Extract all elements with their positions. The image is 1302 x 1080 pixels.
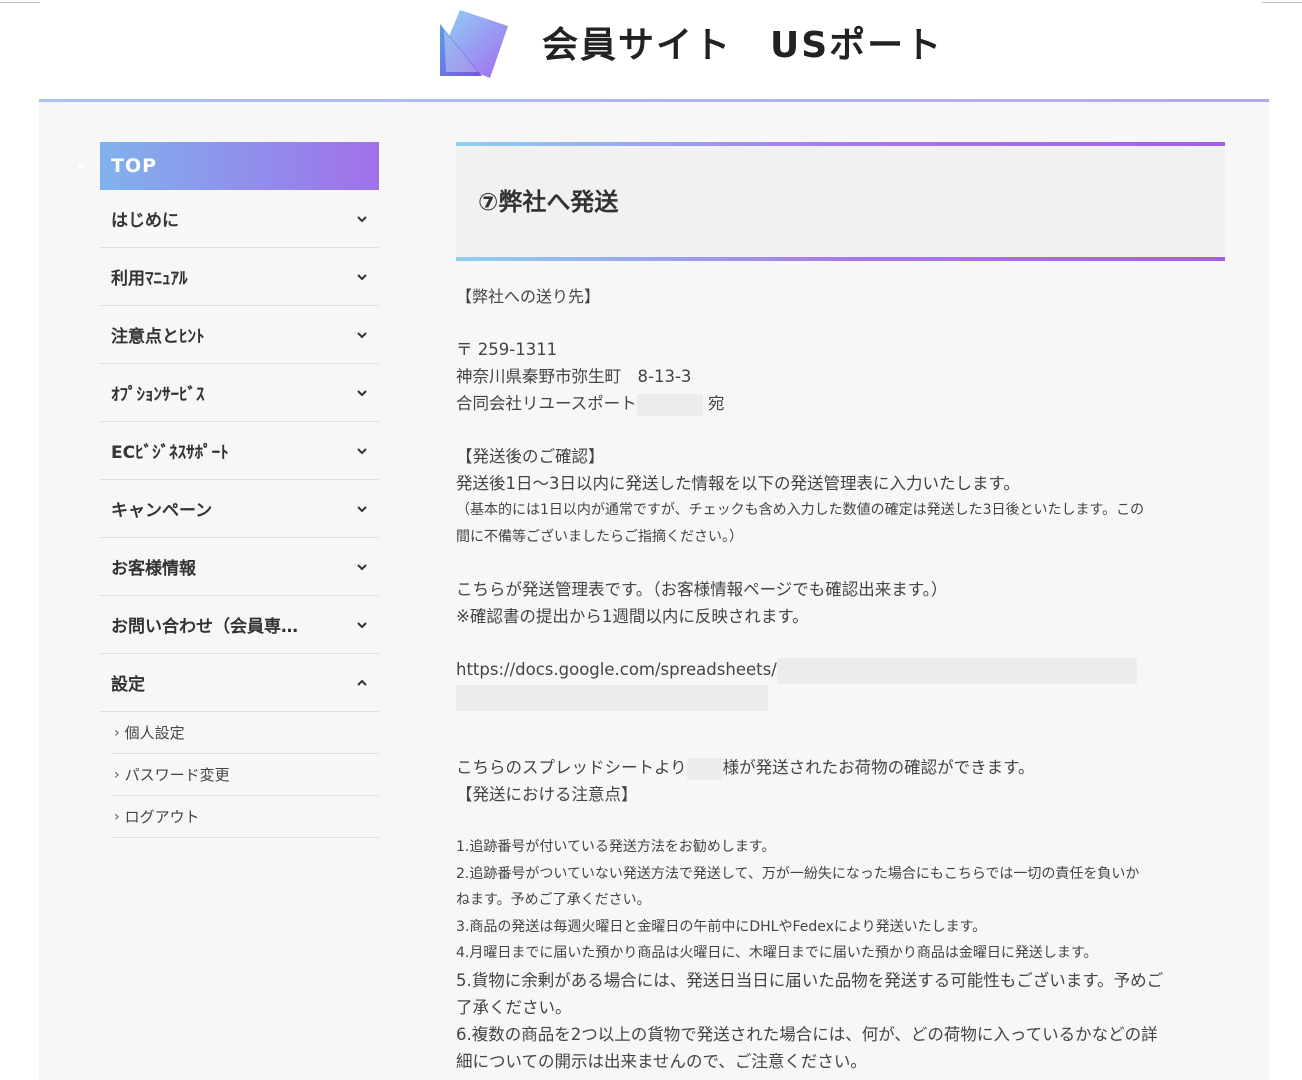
sidebar-item-label: お問い合わせ（会員専… bbox=[111, 617, 298, 637]
note-item: 細についての開示は出来ませんので、ご注意ください。 bbox=[456, 1051, 867, 1071]
sidebar-item-label: お客様情報 bbox=[111, 559, 196, 579]
sidebar-item-label: ｵﾌﾟｼｮﾝｻｰﾋﾞｽ bbox=[111, 385, 205, 405]
note-item: 3.商品の発送は毎週火曜日と金曜日の午前中にDHLやFedexにより発送いたしま… bbox=[456, 918, 987, 935]
sidebar-item-contact[interactable]: お問い合わせ（会員専… bbox=[100, 596, 379, 654]
settings-submenu: › 個人設定 › パスワード変更 › ログアウト bbox=[112, 712, 379, 838]
confirm-note-1: （基本的には1日以内が通常ですが、チェックも含め入力した数値の確定は発送した3日… bbox=[456, 502, 1145, 518]
main-content: ⑦弊社へ発送 【弊社への送り先】 〒 259-1311 神奈川県秦野市弥生町 8… bbox=[456, 142, 1225, 1075]
redacted-block bbox=[456, 685, 768, 711]
article-body: 【弊社への送り先】 〒 259-1311 神奈川県秦野市弥生町 8-13-3 合… bbox=[456, 283, 1225, 1075]
note-item: 6.複数の商品を2つ以上の貨物で発送された場合には、何が、どの荷物に入っているか… bbox=[456, 1024, 1158, 1044]
site-header: 会員サイト USポート bbox=[0, 0, 1302, 102]
notes-list: 1.追跡番号が付いている発送方法をお勧めします。 2.追跡番号がついていない発送… bbox=[456, 834, 1225, 1075]
chevron-down-icon bbox=[357, 273, 367, 280]
sidebar-item-label: 注意点とﾋﾝﾄ bbox=[111, 327, 205, 347]
sidebar-item-tips[interactable]: 注意点とﾋﾝﾄ bbox=[100, 306, 379, 364]
note-item: 4.月曜日までに届いた預かり商品は火曜日に、木曜日までに届いた預かり商品は金曜日… bbox=[456, 945, 1098, 961]
note-item: 1.追跡番号が付いている発送方法をお勧めします。 bbox=[456, 839, 776, 855]
chevron-right-icon: › bbox=[114, 808, 120, 825]
redacted-block bbox=[776, 657, 1137, 684]
submenu-item-label: ログアウト bbox=[124, 808, 200, 826]
sidebar-item-customer-info[interactable]: お客様情報 bbox=[100, 538, 379, 596]
chevron-down-icon bbox=[357, 389, 367, 396]
sidebar-item-settings[interactable]: 設定 bbox=[100, 654, 379, 712]
sidebar-top-button[interactable]: TOP bbox=[78, 142, 379, 190]
chevron-right-icon: › bbox=[114, 766, 120, 783]
spreadsheet-link[interactable]: https://docs.google.com/spreadsheets/ bbox=[456, 656, 1225, 684]
sheet-note: ※確認書の提出から1週間以内に反映されます。 bbox=[456, 607, 809, 626]
company-line: 合同会社リユースポート 宛 bbox=[456, 390, 1225, 417]
confirm-text: 発送後1日～3日以内に発送した情報を以下の発送管理表に入力いたします。 bbox=[456, 474, 1020, 493]
sidebar-item-hajimeni[interactable]: はじめに bbox=[100, 190, 379, 248]
confirm-heading: 【発送後のご確認】 bbox=[456, 447, 605, 466]
chevron-down-icon bbox=[357, 447, 367, 454]
sidebar-item-label: はじめに bbox=[111, 211, 179, 231]
chevron-down-icon bbox=[357, 563, 367, 570]
note-item: 2.追跡番号がついていない発送方法で発送して、万が一紛失になった場合にもこちらで… bbox=[456, 865, 1140, 882]
chevron-down-icon bbox=[357, 215, 367, 222]
spreadsheet-text: こちらのスプレッドシートより 様が発送されたお荷物の確認ができます。 bbox=[456, 754, 1225, 781]
company-name: 合同会社リユースポート bbox=[456, 394, 637, 413]
submenu-item-label: パスワード変更 bbox=[124, 766, 230, 784]
address: 神奈川県秦野市弥生町 8-13-3 bbox=[456, 367, 692, 386]
chevron-down-icon bbox=[357, 331, 367, 338]
site-title: 会員サイト USポート bbox=[542, 25, 944, 66]
sidebar: TOP はじめに 利用ﾏﾆｭｱﾙ 注意点とﾋﾝﾄ ｵﾌﾟｼｮﾝｻｰﾋﾞｽ ECﾋ… bbox=[78, 142, 379, 838]
submenu-item-personal-settings[interactable]: › 個人設定 bbox=[112, 712, 379, 754]
confirm-note-2: 間に不備等ございましたらご指摘ください。） bbox=[456, 528, 743, 545]
sidebar-item-ec-business[interactable]: ECﾋﾞｼﾞﾈｽｻﾎﾟｰﾄ bbox=[100, 422, 379, 480]
redacted-block bbox=[636, 393, 703, 416]
page-title: ⑦弊社へ発送 bbox=[478, 188, 619, 216]
chevron-right-icon: › bbox=[114, 724, 120, 741]
chevron-down-icon bbox=[357, 621, 367, 628]
sidebar-item-label: ECﾋﾞｼﾞﾈｽｻﾎﾟｰﾄ bbox=[111, 443, 229, 463]
sidebar-item-label: 設定 bbox=[111, 675, 145, 695]
sidebar-item-label: キャンペーン bbox=[111, 501, 213, 521]
sheet-text: こちらが発送管理表です。（お客様情報ページでも確認出来ます。） bbox=[456, 580, 948, 599]
logo-icon[interactable] bbox=[438, 10, 508, 78]
page-title-box: ⑦弊社へ発送 bbox=[456, 142, 1225, 261]
spreadsheet-link-cont bbox=[456, 684, 1225, 711]
note-item: 5.貨物に余剰がある場合には、発送日当日に届いた品物を発送する可能性もございます… bbox=[456, 970, 1164, 990]
notes-heading: 【発送における注意点】 bbox=[456, 785, 638, 804]
sidebar-item-label: 利用ﾏﾆｭｱﾙ bbox=[111, 269, 188, 289]
sidebar-item-manual[interactable]: 利用ﾏﾆｭｱﾙ bbox=[100, 248, 379, 306]
sidebar-item-option-service[interactable]: ｵﾌﾟｼｮﾝｻｰﾋﾞｽ bbox=[100, 364, 379, 422]
chevron-down-icon bbox=[357, 505, 367, 512]
chevron-up-icon bbox=[357, 679, 367, 686]
redacted-block bbox=[686, 757, 723, 780]
spreadsheet-url[interactable]: https://docs.google.com/spreadsheets/ bbox=[456, 660, 777, 679]
submenu-item-label: 個人設定 bbox=[124, 724, 185, 742]
postal-code: 〒 259-1311 bbox=[456, 340, 558, 359]
company-suffix: 宛 bbox=[707, 394, 725, 413]
note-item: 了承ください。 bbox=[456, 997, 572, 1017]
submenu-item-password-change[interactable]: › パスワード変更 bbox=[112, 754, 379, 796]
note-item: ねます。予めご了承ください。 bbox=[456, 892, 651, 908]
spreadsheet-text-pre: こちらのスプレッドシートより bbox=[456, 758, 687, 777]
spreadsheet-text-post: 様が発送されたお荷物の確認ができます。 bbox=[722, 758, 1035, 777]
submenu-item-logout[interactable]: › ログアウト bbox=[112, 796, 379, 838]
send-to-heading: 【弊社への送り先】 bbox=[456, 287, 601, 306]
sidebar-item-campaign[interactable]: キャンペーン bbox=[100, 480, 379, 538]
